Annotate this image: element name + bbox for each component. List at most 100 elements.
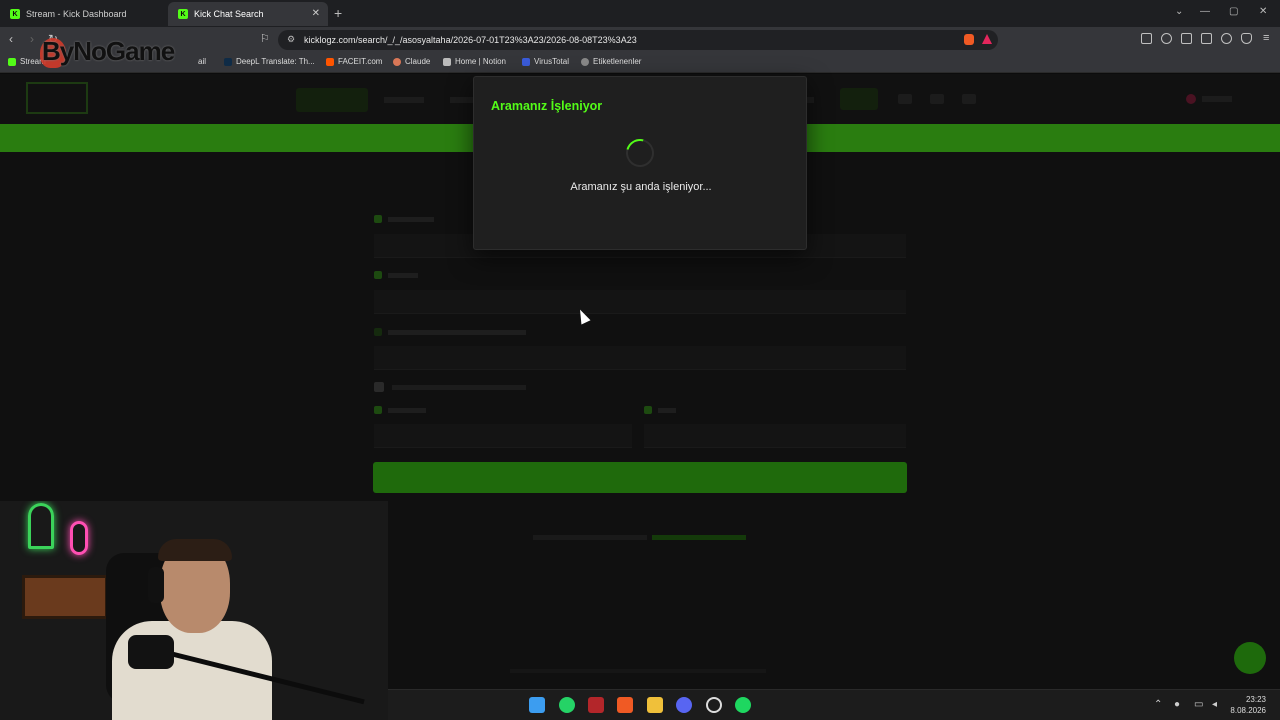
checkbox-label [392, 385, 526, 390]
bookmark-mail[interactable]: ail [198, 57, 206, 66]
neon-cactus-sign [28, 503, 54, 549]
bookmark-deepl[interactable]: DeepL Translate: Th... [224, 57, 315, 66]
modal-title: Aramanız İşleniyor [491, 99, 603, 113]
deepl-icon [224, 57, 232, 66]
wallet-icon[interactable] [1201, 33, 1212, 44]
bookmark-claude[interactable]: Claude [393, 57, 430, 66]
url-text: kicklogz.com/search/_/_/asosyaltaha/2026… [304, 35, 637, 45]
bookmark-virustotal[interactable]: VirusTotal [522, 57, 569, 66]
info-text [533, 535, 647, 540]
notion-icon [443, 57, 451, 66]
watermark-logo: ByNoGame [42, 36, 175, 66]
option-checkbox[interactable] [374, 382, 384, 392]
nav-premium[interactable] [840, 88, 878, 110]
stats-icon[interactable] [898, 94, 912, 104]
sidebar-icon[interactable] [1181, 33, 1192, 44]
windows-start-icon[interactable] [529, 697, 545, 713]
close-tab-icon[interactable]: ✕ [312, 8, 320, 19]
leo-ai-icon[interactable] [1221, 33, 1232, 44]
wall-shelf [22, 575, 108, 619]
bookmarks-bar: Stream ail DeepL Translate: Th... FACEIT… [0, 53, 1280, 73]
label-message-filter [374, 328, 526, 336]
voicemeeter-icon[interactable] [588, 697, 604, 713]
site-logo[interactable] [26, 82, 88, 114]
tab-kick-chat-search[interactable]: K Kick Chat Search ✕ [168, 2, 328, 26]
browser-toolbar: ‹ › ↻ ⚐ ⚙ kicklogz.com/search/_/_/asosya… [0, 27, 1280, 53]
site-info-icon[interactable]: ⚙ [287, 34, 295, 45]
nav-item[interactable] [384, 97, 424, 103]
virustotal-icon [522, 57, 530, 66]
calendar-icon [374, 406, 382, 414]
minimize-button[interactable]: — [1200, 6, 1210, 17]
filter-icon [374, 328, 382, 336]
obs-icon[interactable] [706, 697, 722, 713]
vpn-icon[interactable] [1241, 33, 1252, 44]
start-date-input[interactable] [374, 424, 632, 448]
brave-icon[interactable] [617, 697, 633, 713]
bookmark-notion[interactable]: Home | Notion [443, 57, 506, 66]
channel-icon [374, 271, 382, 279]
floating-action-button[interactable] [1234, 642, 1266, 674]
search-button[interactable] [373, 462, 907, 493]
tray-chevron-icon[interactable]: ⌃ [1154, 699, 1162, 710]
announce-icon[interactable] [962, 94, 976, 104]
user-icon [374, 215, 382, 223]
brave-shield-icon[interactable] [964, 34, 974, 45]
nav-chat-search[interactable] [296, 88, 368, 112]
maximize-button[interactable]: ▢ [1229, 6, 1238, 17]
label-username [374, 215, 434, 223]
microphone [128, 635, 174, 669]
tab-search-icon[interactable]: ⌄ [1175, 6, 1183, 17]
label-start-date [374, 406, 426, 414]
forward-icon[interactable]: › [30, 32, 34, 46]
windows-taskbar: ⌃ ● ▭ ◂ 23:23 8.08.2026 [388, 689, 1280, 720]
username-placeholder [1202, 96, 1232, 102]
modal-message: Aramanız şu anda işleniyor... [570, 181, 712, 193]
new-tab-button[interactable]: + [334, 5, 342, 21]
menu-icon[interactable]: ≡ [1263, 32, 1269, 44]
calendar-icon [644, 406, 652, 414]
kick-favicon-icon: K [10, 9, 20, 19]
whatsapp-icon[interactable] [559, 697, 575, 713]
address-bar[interactable]: ⚙ kicklogz.com/search/_/_/asosyaltaha/20… [278, 30, 998, 50]
close-window-button[interactable]: ✕ [1259, 6, 1267, 17]
label-channel [374, 271, 418, 279]
back-icon[interactable]: ‹ [9, 32, 13, 46]
network-icon[interactable]: ▭ [1194, 699, 1203, 710]
clock-time: 23:23 [1245, 695, 1266, 704]
message-filter-input[interactable] [374, 346, 906, 370]
bookmark-etiketlenenler[interactable]: Etiketlenenler [581, 57, 641, 66]
system-clock[interactable]: 23:23 8.08.2026 [1230, 694, 1266, 716]
brave-rewards-icon[interactable] [982, 34, 992, 44]
label-end-date [644, 406, 676, 414]
processing-modal: Aramanız İşleniyor Aramanız şu anda işle… [473, 76, 807, 250]
spotify-icon[interactable] [735, 697, 751, 713]
microphone-tray-icon[interactable]: ● [1174, 699, 1180, 710]
browser-tab-strip: K Stream - Kick Dashboard K Kick Chat Se… [0, 0, 1280, 27]
spinner-icon [620, 133, 660, 173]
extensions-icon[interactable] [1141, 33, 1152, 44]
info-link[interactable] [652, 535, 746, 540]
volume-icon[interactable]: ◂ [1212, 699, 1217, 710]
bookmark-icon[interactable]: ⚐ [260, 32, 270, 45]
claude-icon [393, 57, 401, 66]
headphones [148, 567, 164, 603]
channel-input[interactable] [374, 290, 906, 314]
discord-icon[interactable] [676, 697, 692, 713]
globe-icon [581, 57, 589, 66]
neon-flamingo-sign [70, 521, 88, 555]
bookmark-faceit[interactable]: FACEIT.com [326, 57, 382, 66]
clock-date: 8.08.2026 [1230, 706, 1266, 715]
tab-kick-dashboard[interactable]: K Stream - Kick Dashboard [0, 2, 166, 26]
user-menu[interactable] [1186, 93, 1250, 105]
file-explorer-icon[interactable] [647, 697, 663, 713]
end-date-input[interactable] [644, 424, 906, 448]
nav-item[interactable] [450, 97, 474, 103]
webcam-overlay [0, 501, 388, 720]
avatar [1186, 94, 1196, 104]
media-icon[interactable] [1161, 33, 1172, 44]
tab-label: Stream - Kick Dashboard [26, 9, 127, 19]
kick-icon [8, 57, 16, 66]
tab-label: Kick Chat Search [194, 9, 264, 19]
discord-link-icon[interactable] [930, 94, 944, 104]
